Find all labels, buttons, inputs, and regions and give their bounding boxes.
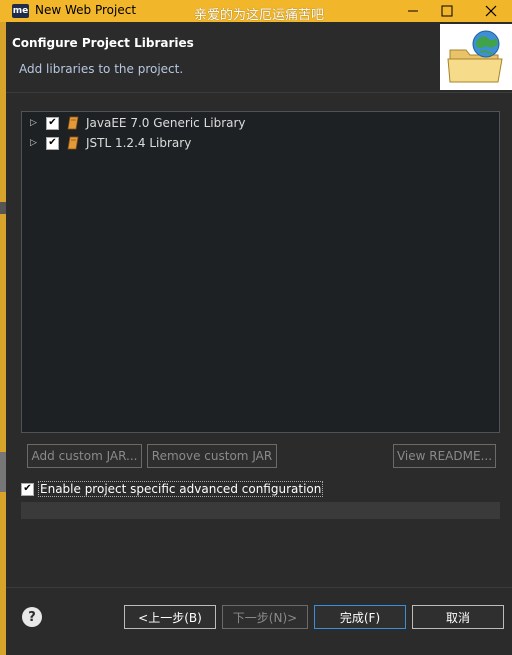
page-subtitle: Add libraries to the project. (19, 62, 184, 76)
library-checkbox[interactable]: ✔ (46, 116, 59, 130)
tree-item-jstl[interactable]: ▷ ✔ JSTL 1.2.4 Library (22, 133, 191, 153)
close-icon (485, 5, 497, 17)
tree-item-javaee[interactable]: ▷ ✔ JavaEE 7.0 Generic Library (22, 113, 246, 133)
minimize-icon (408, 10, 418, 12)
view-readme-button[interactable]: View README... (393, 444, 496, 468)
minimize-button[interactable] (398, 0, 428, 22)
back-button[interactable]: <上一步(B) (124, 605, 216, 629)
wizard-banner-icon (440, 24, 512, 90)
library-tree[interactable]: ▷ ✔ JavaEE 7.0 Generic Library ▷ ✔ JSTL … (21, 111, 500, 433)
remove-custom-jar-button[interactable]: Remove custom JAR (147, 444, 277, 468)
expand-arrow-icon[interactable]: ▷ (30, 138, 41, 148)
app-logo-icon: me (12, 4, 29, 18)
add-custom-jar-button[interactable]: Add custom JAR... (27, 444, 142, 468)
background-window-edge (0, 22, 6, 655)
library-icon (67, 136, 79, 150)
advanced-config-area (21, 502, 500, 519)
folder-globe-icon (447, 30, 503, 83)
library-label: JSTL 1.2.4 Library (86, 136, 192, 150)
advanced-config-label[interactable]: Enable project specific advanced configu… (38, 481, 324, 497)
maximize-icon (441, 5, 453, 17)
close-button[interactable] (476, 0, 506, 22)
page-title: Configure Project Libraries (12, 36, 194, 50)
advanced-config-checkbox[interactable]: ✔ (21, 482, 34, 496)
library-icon (67, 116, 79, 130)
next-button[interactable]: 下一步(N)> (222, 605, 308, 629)
cancel-button[interactable]: 取消 (412, 605, 504, 629)
expand-arrow-icon[interactable]: ▷ (30, 118, 41, 128)
library-label: JavaEE 7.0 Generic Library (86, 116, 246, 130)
overlay-caption: 亲爱的为这厄运痛苦吧 (194, 8, 325, 23)
finish-button[interactable]: 完成(F) (314, 605, 406, 629)
background-fragment (0, 202, 6, 214)
wizard-header: Configure Project Libraries Add librarie… (6, 22, 512, 93)
background-fragment (0, 452, 6, 492)
advanced-config-row[interactable]: ✔ Enable project specific advanced confi… (21, 481, 324, 497)
maximize-button[interactable] (432, 0, 462, 22)
title-bar: me New Web Project 亲爱的为这厄运痛苦吧 (0, 0, 512, 23)
footer-divider (6, 587, 512, 588)
window-title: New Web Project (35, 3, 137, 17)
library-checkbox[interactable]: ✔ (46, 136, 59, 150)
help-icon[interactable]: ? (22, 607, 42, 627)
